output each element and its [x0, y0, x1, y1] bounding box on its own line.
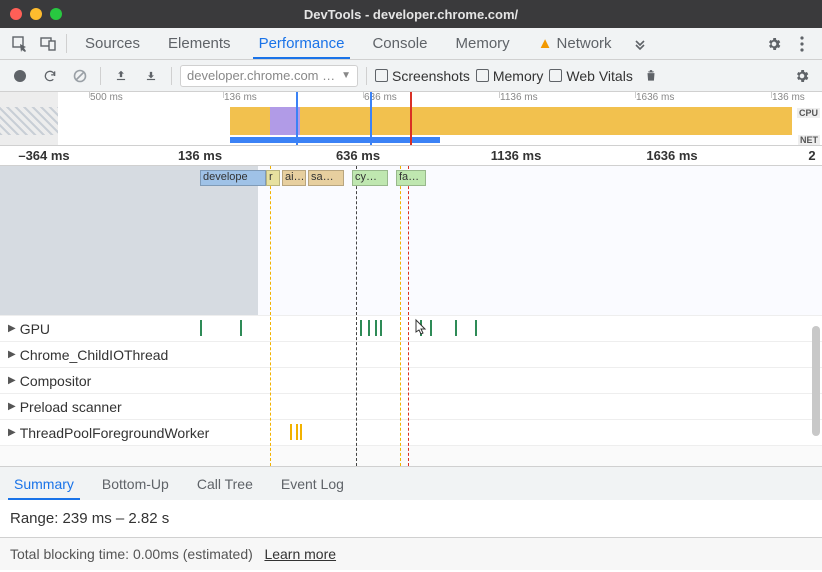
warning-icon: ▲	[538, 35, 553, 52]
divider	[366, 67, 367, 85]
recording-selector-label: developer.chrome.com …	[187, 68, 335, 83]
overview-tick: 1636 ms	[636, 92, 674, 103]
ruler-tick: 2	[808, 148, 815, 163]
tab-event-log[interactable]: Event Log	[267, 467, 358, 500]
screenshots-checkbox[interactable]: Screenshots	[375, 68, 470, 84]
summary-range: Range: 239 ms – 2.82 s	[10, 510, 812, 527]
track-row[interactable]: ▶ GPU	[0, 316, 822, 342]
track-label: Compositor	[20, 373, 92, 389]
tab-performance[interactable]: Performance	[245, 28, 359, 59]
memory-checkbox[interactable]: Memory	[476, 68, 544, 84]
ruler-tick: 136 ms	[178, 148, 222, 163]
tab-memory[interactable]: Memory	[441, 28, 523, 59]
ruler-tick: –364 ms	[18, 148, 69, 163]
screenshots-label: Screenshots	[392, 68, 470, 84]
window-titlebar: DevTools - developer.chrome.com/	[0, 0, 822, 28]
network-request-block[interactable]: ai…	[282, 170, 306, 186]
overview-minimap[interactable]: 500 ms 136 ms 636 ms 1136 ms 1636 ms 136…	[0, 92, 822, 146]
blocking-time-text: Total blocking time: 0.00ms (estimated)	[10, 546, 253, 562]
net-label: NET	[798, 135, 820, 145]
cpu-label: CPU	[797, 108, 820, 118]
ruler-tick: 1636 ms	[646, 148, 697, 163]
inspect-icon[interactable]	[6, 28, 34, 59]
summary-panel: Range: 239 ms – 2.82 s	[0, 500, 822, 537]
record-button[interactable]	[8, 64, 32, 88]
settings-icon[interactable]	[760, 28, 788, 59]
tab-console[interactable]: Console	[358, 28, 441, 59]
expand-arrow-icon[interactable]: ▶	[8, 427, 16, 438]
track-row[interactable]: ▶ Chrome_ChildIOThread	[0, 342, 822, 368]
time-ruler[interactable]: –364 ms 136 ms 636 ms 1136 ms 1636 ms 2	[0, 146, 822, 166]
tracks-area[interactable]: ▶Network developerai…sa…cy…fa… ▶GPU▶Chro…	[0, 166, 822, 466]
window-title: DevTools - developer.chrome.com/	[0, 7, 822, 22]
overview-tick: 1136 ms	[500, 92, 538, 103]
expand-arrow-icon[interactable]: ▶	[8, 375, 16, 386]
divider	[66, 34, 67, 53]
expand-arrow-icon[interactable]: ▶	[8, 349, 16, 360]
footer-bar: Total blocking time: 0.00ms (estimated) …	[0, 537, 822, 570]
track-row[interactable]: ▶ ThreadPoolForegroundWorker	[0, 420, 822, 446]
network-request-block[interactable]: develope	[200, 170, 266, 186]
track-label: Chrome_ChildIOThread	[20, 347, 169, 363]
track-label: ThreadPoolForegroundWorker	[20, 425, 210, 441]
tab-sources[interactable]: Sources	[71, 28, 154, 59]
tab-elements[interactable]: Elements	[154, 28, 245, 59]
divider	[100, 67, 101, 85]
memory-label: Memory	[493, 68, 544, 84]
network-request-block[interactable]: fa…	[396, 170, 426, 186]
reload-record-button[interactable]	[38, 64, 62, 88]
ruler-tick: 636 ms	[336, 148, 380, 163]
overview-tick: 500 ms	[90, 92, 123, 103]
kebab-menu-icon[interactable]	[788, 28, 816, 59]
web-vitals-label: Web Vitals	[566, 68, 632, 84]
delete-icon[interactable]	[639, 64, 663, 88]
overview-tick: 136 ms	[772, 92, 805, 103]
capture-settings-icon[interactable]	[790, 64, 814, 88]
learn-more-link[interactable]: Learn more	[264, 546, 336, 562]
device-toggle-icon[interactable]	[34, 28, 62, 59]
track-network[interactable]: ▶Network developerai…sa…cy…fa…	[0, 166, 822, 316]
web-vitals-checkbox[interactable]: Web Vitals	[549, 68, 632, 84]
chevron-down-icon: ▼	[341, 70, 351, 81]
ruler-tick: 1136 ms	[491, 148, 542, 163]
overview-tick: 636 ms	[364, 92, 397, 103]
window-minimize-button[interactable]	[30, 8, 42, 20]
track-row[interactable]: ▶ Preload scanner	[0, 394, 822, 420]
expand-arrow-icon[interactable]: ▶	[8, 401, 16, 412]
save-profile-icon[interactable]	[139, 64, 163, 88]
track-label: Preload scanner	[20, 399, 122, 415]
network-request-block[interactable]: sa…	[308, 170, 344, 186]
load-profile-icon[interactable]	[109, 64, 133, 88]
track-label: GPU	[20, 321, 50, 337]
recording-selector[interactable]: developer.chrome.com … ▼	[180, 65, 358, 87]
tab-call-tree[interactable]: Call Tree	[183, 467, 267, 500]
window-close-button[interactable]	[10, 8, 22, 20]
details-tabstrip: Summary Bottom-Up Call Tree Event Log	[0, 466, 822, 500]
overview-tick: 136 ms	[224, 92, 257, 103]
tab-network[interactable]: ▲ Network	[524, 28, 626, 59]
tab-summary[interactable]: Summary	[0, 467, 88, 500]
performance-toolbar: developer.chrome.com … ▼ Screenshots Mem…	[0, 60, 822, 92]
clear-button[interactable]	[68, 64, 92, 88]
tab-bottom-up[interactable]: Bottom-Up	[88, 467, 183, 500]
expand-arrow-icon[interactable]: ▶	[8, 323, 16, 334]
tab-network-label: Network	[557, 35, 612, 52]
more-tabs-icon[interactable]	[626, 28, 654, 59]
traffic-lights	[10, 8, 62, 20]
network-request-block[interactable]: cy…	[352, 170, 388, 186]
scrollbar[interactable]	[812, 326, 820, 436]
track-row[interactable]: ▶ Compositor	[0, 368, 822, 394]
window-maximize-button[interactable]	[50, 8, 62, 20]
main-tabstrip: Sources Elements Performance Console Mem…	[0, 28, 822, 60]
network-request-block[interactable]: r	[266, 170, 280, 186]
divider	[171, 67, 172, 85]
